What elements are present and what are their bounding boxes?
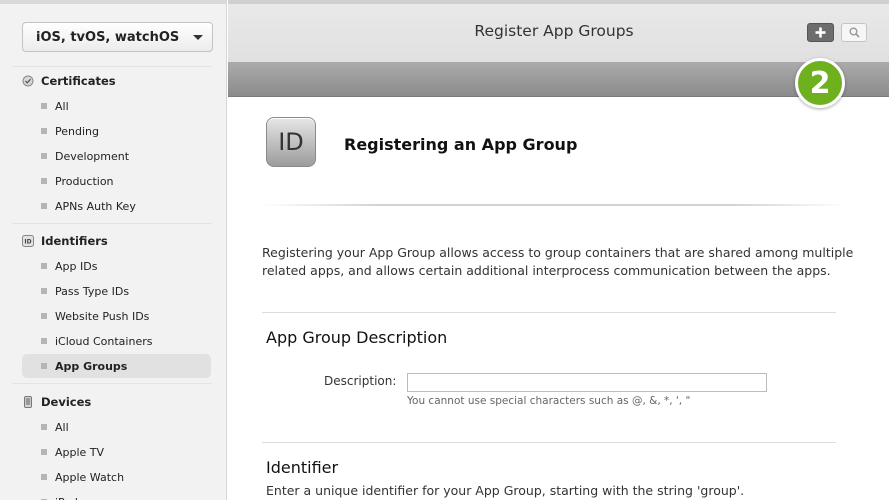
plus-icon bbox=[815, 27, 826, 38]
section-certificates: Certificates bbox=[22, 73, 116, 89]
sidebar-item-app-groups[interactable]: App Groups bbox=[22, 354, 211, 378]
section-heading: Registering an App Group bbox=[344, 135, 578, 154]
intro-text: Registering your App Group allows access… bbox=[262, 245, 854, 278]
sidebar-item-certificates-all[interactable]: All bbox=[22, 94, 211, 118]
description-label: Description: bbox=[324, 374, 397, 388]
sidebar-item-apple-tv[interactable]: Apple TV bbox=[22, 440, 211, 464]
app-group-description-heading: App Group Description bbox=[266, 328, 448, 347]
sidebar-item-label: All bbox=[55, 420, 69, 434]
divider bbox=[262, 442, 836, 443]
bullet bbox=[41, 449, 47, 455]
sidebar-item-label: Production bbox=[55, 174, 114, 188]
search-button[interactable] bbox=[841, 23, 867, 42]
bullet bbox=[41, 313, 47, 319]
description-input[interactable] bbox=[407, 373, 767, 392]
identifier-heading: Identifier bbox=[266, 458, 339, 477]
section-title: Identifiers bbox=[41, 234, 108, 248]
bullet bbox=[41, 263, 47, 269]
platform-select[interactable]: iOS, tvOS, watchOS bbox=[22, 22, 213, 52]
bullet bbox=[41, 153, 47, 159]
identifier-instructions: Enter a unique identifier for your App G… bbox=[266, 483, 745, 498]
sidebar-item-app-ids[interactable]: App IDs bbox=[22, 254, 211, 278]
sidebar-item-label: All bbox=[55, 99, 69, 113]
app-id-icon: ID bbox=[266, 117, 316, 167]
sidebar: iOS, tvOS, watchOS Certificates All Pend… bbox=[0, 0, 227, 500]
page-header: Register App Groups bbox=[228, 0, 889, 62]
sidebar-item-label: Pass Type IDs bbox=[55, 284, 130, 298]
bullet bbox=[41, 103, 47, 109]
sidebar-item-label: iPad bbox=[55, 496, 78, 500]
sidebar-item-development[interactable]: Development bbox=[22, 144, 211, 168]
sidebar-item-label: iCloud Containers bbox=[55, 334, 153, 348]
svg-text:ID: ID bbox=[24, 239, 31, 246]
sidebar-item-icloud-containers[interactable]: iCloud Containers bbox=[22, 329, 211, 353]
bullet bbox=[41, 178, 47, 184]
sidebar-top-border bbox=[0, 0, 226, 4]
divider bbox=[12, 223, 212, 224]
bullet bbox=[41, 363, 47, 369]
sidebar-item-pass-type-ids[interactable]: Pass Type IDs bbox=[22, 279, 211, 303]
section-title: Devices bbox=[41, 395, 92, 409]
chevron-down-icon bbox=[193, 35, 203, 40]
sidebar-item-apple-watch[interactable]: Apple Watch bbox=[22, 465, 211, 489]
sidebar-item-label: Pending bbox=[55, 124, 99, 138]
sidebar-item-pending[interactable]: Pending bbox=[22, 119, 211, 143]
page-title: Register App Groups bbox=[474, 22, 634, 40]
sidebar-item-apns-auth-key[interactable]: APNs Auth Key bbox=[22, 194, 211, 218]
section-title: Certificates bbox=[41, 74, 116, 88]
search-icon bbox=[849, 27, 860, 38]
sidebar-item-label: Apple Watch bbox=[55, 470, 125, 484]
sidebar-item-website-push-ids[interactable]: Website Push IDs bbox=[22, 304, 211, 328]
divider bbox=[262, 204, 848, 206]
sidebar-item-devices-all[interactable]: All bbox=[22, 415, 211, 439]
certificate-icon bbox=[22, 75, 34, 87]
add-button[interactable] bbox=[807, 23, 834, 42]
sidebar-item-label: Development bbox=[55, 149, 130, 163]
sidebar-item-label: App Groups bbox=[55, 359, 128, 373]
bullet bbox=[41, 424, 47, 430]
sidebar-item-production[interactable]: Production bbox=[22, 169, 211, 193]
sidebar-item-ipad[interactable]: iPad bbox=[22, 490, 211, 500]
bullet bbox=[41, 128, 47, 134]
bullet bbox=[41, 338, 47, 344]
divider bbox=[12, 383, 212, 384]
bullet bbox=[41, 203, 47, 209]
sidebar-item-label: Website Push IDs bbox=[55, 309, 150, 323]
description-hint: You cannot use special characters such a… bbox=[407, 395, 691, 407]
divider bbox=[12, 66, 212, 67]
platform-select-value: iOS, tvOS, watchOS bbox=[36, 29, 180, 45]
device-icon bbox=[22, 396, 34, 408]
header-subbar bbox=[228, 62, 889, 97]
bullet bbox=[41, 474, 47, 480]
sidebar-item-label: Apple TV bbox=[55, 445, 105, 459]
divider bbox=[262, 312, 836, 313]
sidebar-item-label: APNs Auth Key bbox=[55, 199, 136, 213]
bullet bbox=[41, 288, 47, 294]
section-devices: Devices bbox=[22, 394, 91, 410]
section-identifiers: ID Identifiers bbox=[22, 233, 108, 249]
sidebar-item-label: App IDs bbox=[55, 259, 98, 273]
main-content: ID Registering an App Group Registering … bbox=[228, 98, 889, 500]
id-icon: ID bbox=[22, 235, 34, 247]
